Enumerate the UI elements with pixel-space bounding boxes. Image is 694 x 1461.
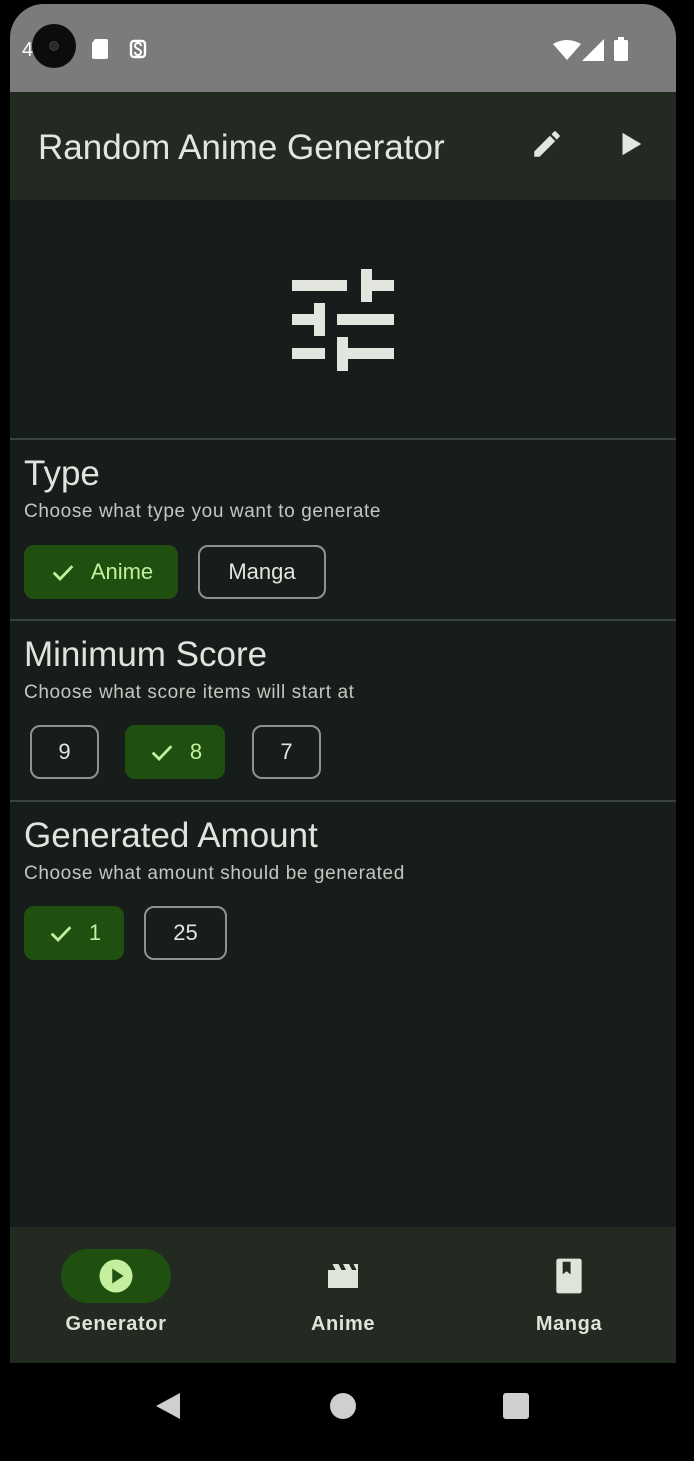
status-bar: 4 (10, 4, 676, 92)
nav-indicator (288, 1249, 398, 1303)
chip-score-8[interactable]: 8 (125, 725, 225, 779)
check-icon (52, 565, 74, 582)
divider (10, 619, 676, 621)
chip-label: Anime (90, 559, 154, 584)
battery-icon (614, 37, 628, 61)
type-subtitle: Choose what type you want to generate (24, 501, 382, 522)
chip-label: 1 (88, 920, 102, 945)
chip-label: Manga (228, 559, 296, 584)
wifi-icon (553, 40, 581, 60)
tune-sliders-icon (292, 269, 394, 371)
nav-item-generator[interactable]: Generator (21, 1227, 221, 1363)
bottom-navigation: Generator Anime Manga (10, 1227, 676, 1363)
amount-title: Generated Amount (24, 816, 318, 855)
camera-cutout (32, 24, 76, 68)
score-subtitle: Choose what score items will start at (24, 682, 355, 703)
chip-label: 8 (189, 739, 203, 764)
type-title: Type (24, 454, 100, 493)
nav-label: Manga (535, 1313, 603, 1335)
nav-label: Anime (310, 1313, 376, 1335)
nav-item-anime[interactable]: Anime (248, 1227, 448, 1363)
app-screen: 4 Random Anime Generator Type Choose wha… (10, 4, 676, 1363)
subtitle-app-icon (129, 39, 147, 59)
chip-label: 7 (280, 739, 293, 764)
edit-button[interactable] (519, 116, 575, 172)
back-icon[interactable] (154, 1391, 182, 1421)
system-navigation-bar (0, 1363, 694, 1461)
signal-icon (582, 39, 604, 61)
top-app-bar: Random Anime Generator (10, 92, 676, 200)
amount-subtitle: Choose what amount should be generated (24, 863, 405, 884)
pencil-icon (534, 131, 560, 157)
device-frame: 4 Random Anime Generator Type Choose wha… (0, 0, 694, 1461)
home-icon[interactable] (329, 1392, 357, 1420)
play-circle-icon (99, 1259, 133, 1293)
nav-indicator (61, 1249, 171, 1303)
check-icon (50, 926, 72, 943)
chip-manga[interactable]: Manga (198, 545, 326, 599)
divider (10, 438, 676, 440)
divider (10, 800, 676, 802)
nav-indicator (514, 1249, 624, 1303)
score-title: Minimum Score (24, 635, 268, 674)
nav-label: Generator (65, 1313, 167, 1335)
nav-item-manga[interactable]: Manga (474, 1227, 674, 1363)
check-icon (151, 745, 173, 762)
chip-score-9[interactable]: 9 (30, 725, 99, 779)
app-title: Random Anime Generator (38, 128, 445, 167)
play-icon (622, 132, 642, 156)
book-icon (556, 1258, 582, 1294)
recents-icon[interactable] (502, 1392, 530, 1420)
chip-label: 25 (173, 920, 198, 945)
play-button[interactable] (602, 116, 658, 172)
clapperboard-icon (328, 1264, 358, 1288)
chip-amount-1[interactable]: 1 (24, 906, 124, 960)
chip-label: 9 (58, 739, 71, 764)
sd-card-icon (92, 39, 108, 59)
chip-score-7[interactable]: 7 (252, 725, 321, 779)
chip-anime[interactable]: Anime (24, 545, 178, 599)
chip-amount-25[interactable]: 25 (144, 906, 227, 960)
